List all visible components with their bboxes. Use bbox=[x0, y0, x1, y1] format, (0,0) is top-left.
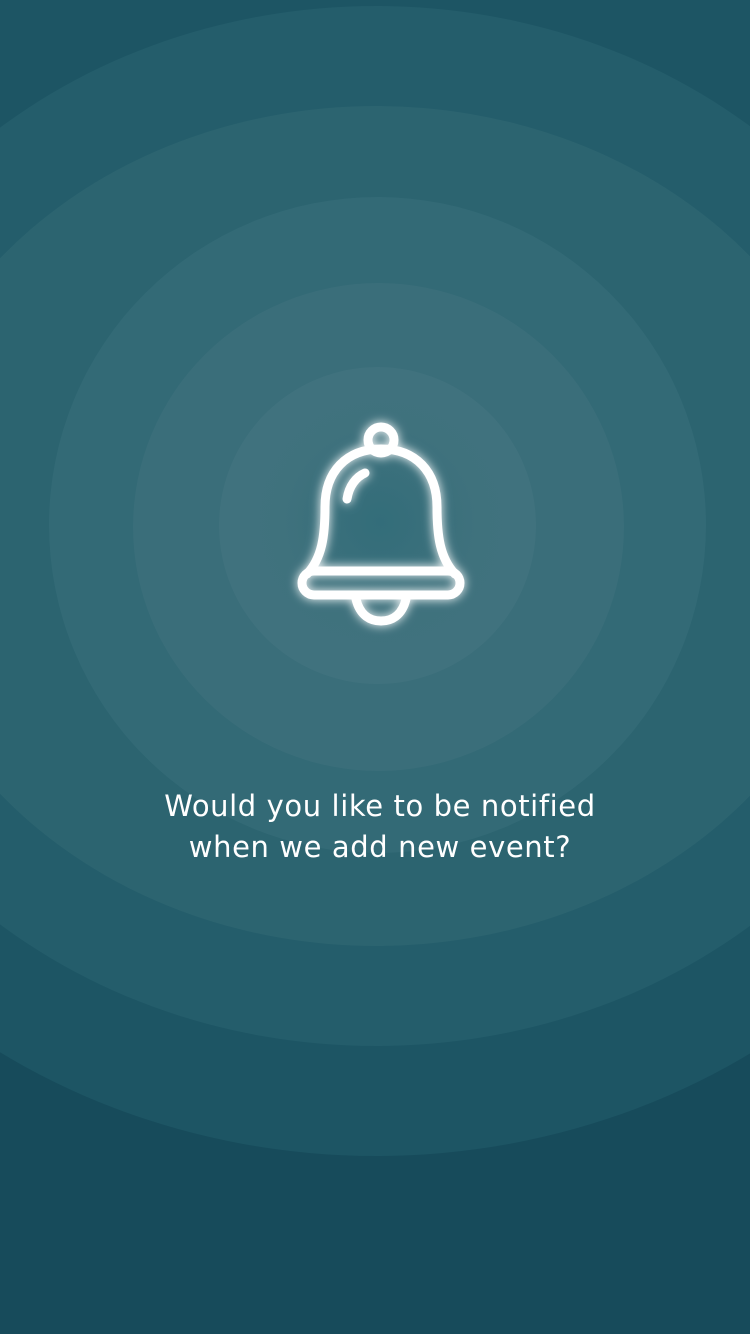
notification-question: Would you like to be notified when we ad… bbox=[100, 786, 660, 868]
question-line-1: Would you like to be notified bbox=[164, 789, 596, 823]
bell-icon bbox=[287, 418, 477, 634]
question-line-2: when we add new event? bbox=[188, 830, 572, 864]
notification-permission-screen: Would you like to be notified when we ad… bbox=[0, 0, 750, 1334]
